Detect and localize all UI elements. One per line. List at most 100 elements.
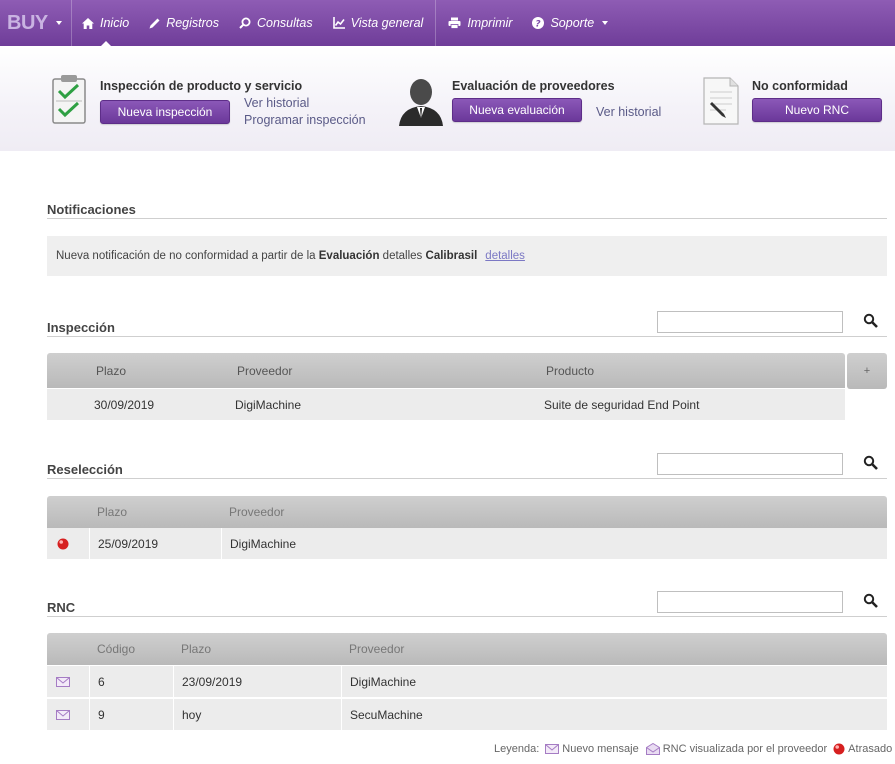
row-product: Suite de seguridad End Point xyxy=(544,397,700,412)
inspection-search-input[interactable] xyxy=(657,311,843,333)
notification-supplier: Calibrasil xyxy=(425,250,478,262)
nav-consultas[interactable]: Consultas xyxy=(229,0,323,46)
mail-open-icon xyxy=(645,743,660,755)
section-divider xyxy=(47,218,887,219)
row-deadline: 23/09/2019 xyxy=(182,674,243,689)
evaluation-title: Evaluación de proveedores xyxy=(452,79,615,93)
mail-icon xyxy=(545,744,560,754)
row-deadline: 30/09/2019 xyxy=(94,397,155,412)
table-row[interactable]: 25/09/2019 DigiMachine xyxy=(47,528,887,560)
reselection-search-input[interactable] xyxy=(657,453,843,475)
help-icon: ? xyxy=(532,17,545,29)
add-column-button[interactable]: + xyxy=(847,353,887,389)
mail-icon xyxy=(56,709,70,723)
notification-details-link[interactable]: detalles xyxy=(485,250,525,262)
nav-inicio[interactable]: Inicio xyxy=(72,0,139,46)
legend-label: Leyenda: xyxy=(494,743,540,755)
nav-imprimir[interactable]: Imprimir xyxy=(438,0,522,46)
section-divider xyxy=(47,478,887,479)
search-icon[interactable] xyxy=(863,455,879,471)
schedule-inspection-link[interactable]: Programar inspección xyxy=(244,113,366,127)
nav-label: Imprimir xyxy=(467,16,513,30)
search-icon[interactable] xyxy=(863,593,879,609)
column-header[interactable]: Proveedor xyxy=(229,505,284,519)
column-divider xyxy=(173,699,174,730)
column-header[interactable]: Proveedor xyxy=(349,642,404,656)
section-divider xyxy=(47,336,887,337)
column-divider xyxy=(89,666,90,697)
nav-label: Vista general xyxy=(350,16,424,30)
chart-icon xyxy=(332,17,345,29)
row-deadline: hoy xyxy=(182,707,202,722)
legend: Leyenda: Nuevo mensaje RNC visualizada p… xyxy=(494,743,892,755)
nav-label: Inicio xyxy=(100,16,130,30)
late-status-icon xyxy=(833,743,845,755)
notification-item: Nueva notificación de no conformidad a p… xyxy=(47,236,887,276)
rnc-section-title: RNC xyxy=(47,600,76,615)
brand-menu[interactable]: BUY xyxy=(0,0,72,46)
column-divider xyxy=(221,528,222,559)
search-icon xyxy=(239,17,251,29)
row-deadline: 25/09/2019 xyxy=(98,536,159,551)
new-rnc-button[interactable]: Nuevo RNC xyxy=(752,98,882,122)
column-divider xyxy=(89,699,90,730)
mail-icon xyxy=(56,676,70,690)
table-row[interactable]: 9 hoy SecuMachine xyxy=(47,699,887,731)
supplier-person-icon xyxy=(397,74,445,129)
notification-text: detalles xyxy=(382,250,423,262)
notification-source: Evaluación xyxy=(318,250,380,262)
notifications-title: Notificaciones xyxy=(47,202,136,217)
inspection-table-header: Plazo Proveedor Producto xyxy=(47,353,845,388)
reselection-table-header: Plazo Proveedor xyxy=(47,496,887,528)
new-inspection-button[interactable]: Nueva inspección xyxy=(100,100,230,124)
column-divider xyxy=(173,666,174,697)
home-icon xyxy=(82,17,94,29)
evaluation-history-link[interactable]: Ver historial xyxy=(596,105,661,119)
clipboard-check-icon xyxy=(50,73,90,128)
nav-vista-general[interactable]: Vista general xyxy=(323,0,434,46)
nav-soporte[interactable]: ? Soporte xyxy=(522,0,618,46)
quick-actions-band: Inspección de producto y servicio Nueva … xyxy=(0,46,895,151)
pencil-icon xyxy=(149,18,160,29)
notification-text: Nueva notificación de no conformidad a p… xyxy=(56,250,316,262)
nav-divider xyxy=(435,0,437,46)
row-supplier: SecuMachine xyxy=(350,707,423,722)
inspection-title: Inspección de producto y servicio xyxy=(100,79,303,93)
legend-late: Atrasado xyxy=(848,743,893,755)
nav-registros[interactable]: Registros xyxy=(139,0,229,46)
new-evaluation-button[interactable]: Nueva evaluación xyxy=(452,98,582,122)
document-pen-icon xyxy=(702,76,740,129)
chevron-down-icon xyxy=(602,21,609,25)
rnc-table-header: Código Plazo Proveedor xyxy=(47,633,887,665)
column-header[interactable]: Producto xyxy=(546,364,594,378)
inspection-section-title: Inspección xyxy=(47,320,115,335)
column-header[interactable]: Plazo xyxy=(96,364,126,378)
section-divider xyxy=(47,616,887,617)
column-header[interactable]: Plazo xyxy=(97,505,127,519)
nav-label: Soporte xyxy=(550,16,595,30)
rnc-search-input[interactable] xyxy=(657,591,843,613)
table-row[interactable]: 6 23/09/2019 DigiMachine xyxy=(47,666,887,698)
column-header[interactable]: Proveedor xyxy=(237,364,292,378)
search-icon[interactable] xyxy=(863,313,879,329)
column-divider xyxy=(341,666,342,697)
column-header[interactable]: Plazo xyxy=(181,642,211,656)
row-supplier: DigiMachine xyxy=(230,536,297,551)
nav-label: Registros xyxy=(166,16,219,30)
reselection-section-title: Reselección xyxy=(47,462,123,477)
legend-new-message: Nuevo mensaje xyxy=(562,743,639,755)
nonconformity-title: No conformidad xyxy=(752,79,848,93)
column-header[interactable]: Código xyxy=(97,642,135,656)
brand-logo: BUY xyxy=(7,11,48,34)
column-divider xyxy=(89,528,90,559)
row-code: 6 xyxy=(98,674,105,689)
inspection-history-link[interactable]: Ver historial xyxy=(244,96,309,110)
table-row[interactable]: 30/09/2019 DigiMachine Suite de segurida… xyxy=(47,389,845,421)
legend-viewed: RNC visualizada por el proveedor xyxy=(662,743,828,755)
row-code: 9 xyxy=(98,707,105,722)
row-supplier: DigiMachine xyxy=(350,674,417,689)
row-supplier: DigiMachine xyxy=(235,397,302,412)
column-divider xyxy=(341,699,342,730)
printer-icon xyxy=(448,17,461,29)
chevron-down-icon xyxy=(55,21,62,25)
